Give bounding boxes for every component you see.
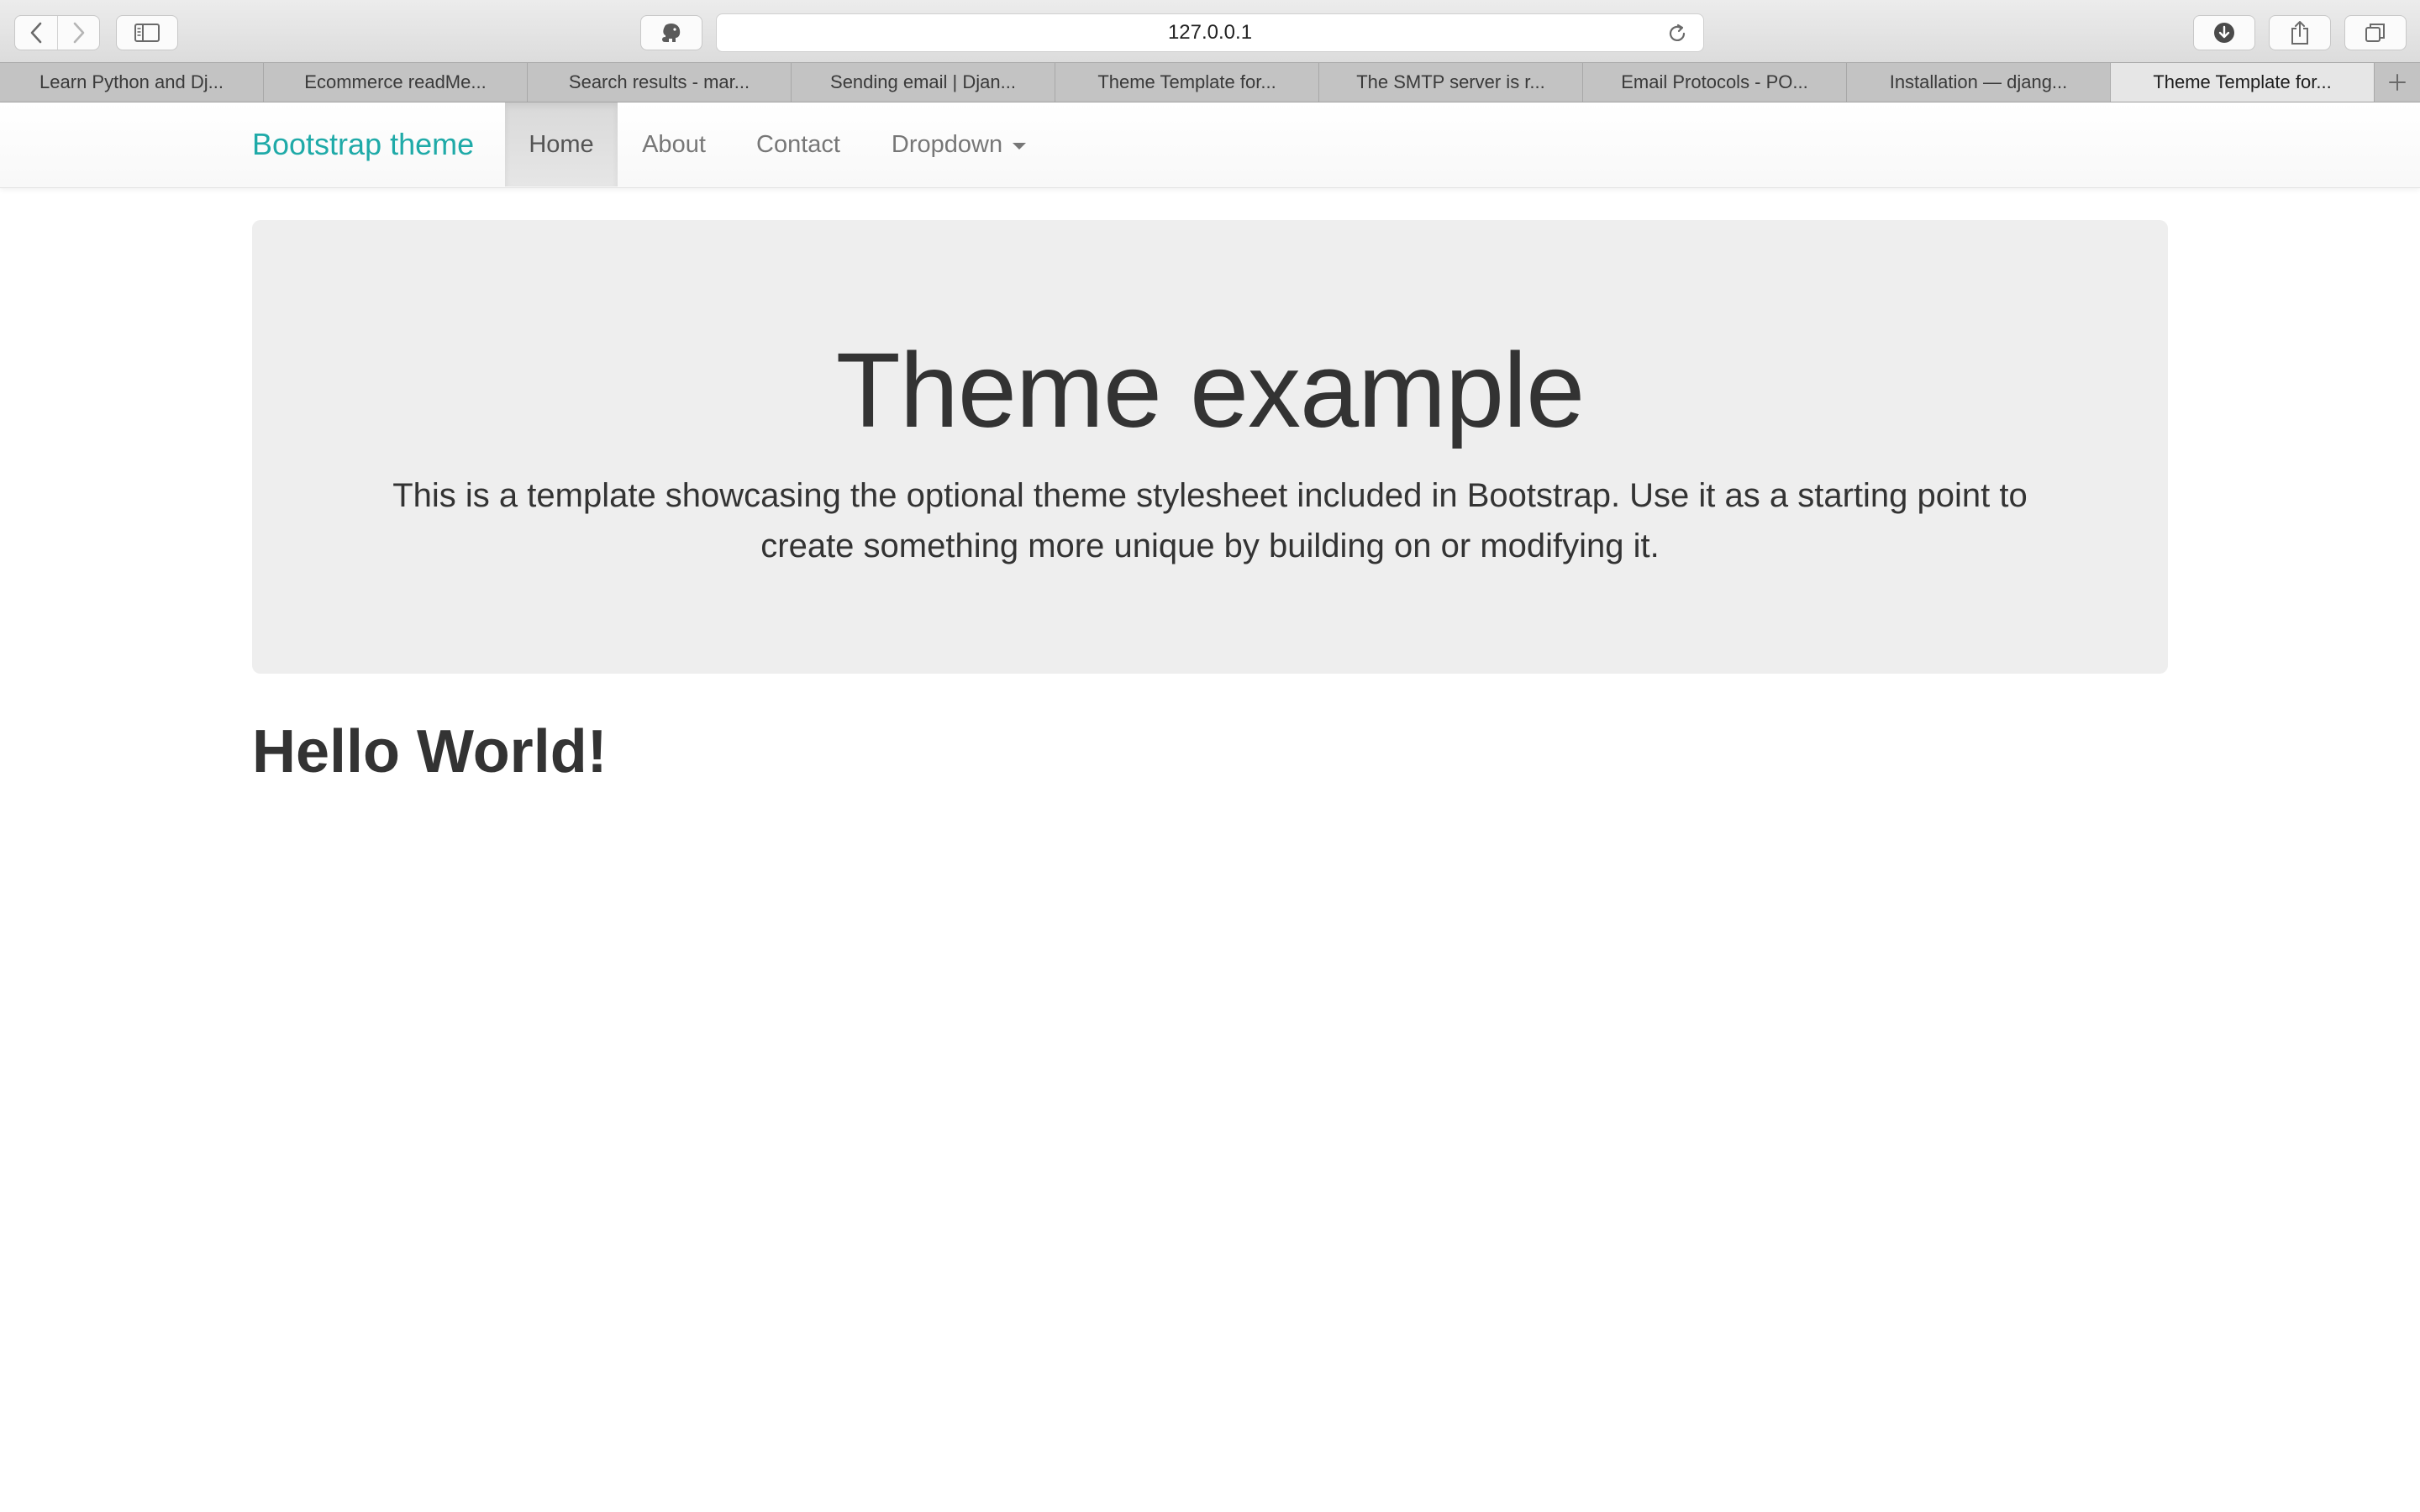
address-bar[interactable]: 127.0.0.1 xyxy=(716,13,1704,52)
back-button[interactable] xyxy=(15,16,57,50)
new-tab-button[interactable] xyxy=(2375,63,2420,102)
jumbotron-title: Theme example xyxy=(835,331,1585,449)
downloads-button[interactable] xyxy=(2193,15,2255,50)
browser-tab[interactable]: The SMTP server is r... xyxy=(1319,63,1583,102)
browser-tab-active[interactable]: Theme Template for... xyxy=(2111,63,2375,102)
dropdown-label: Dropdown xyxy=(891,130,1003,158)
tab-title: Sending email | Djan... xyxy=(830,71,1016,92)
navbar-brand[interactable]: Bootstrap theme xyxy=(252,102,474,186)
sidebar-icon xyxy=(134,24,160,42)
chevron-right-icon xyxy=(73,22,84,44)
browser-tab[interactable]: Sending email | Djan... xyxy=(792,63,1055,102)
tab-title: Email Protocols - PO... xyxy=(1621,71,1808,92)
browser-tab[interactable]: Search results - mar... xyxy=(528,63,792,102)
browser-toolbar: 127.0.0.1 xyxy=(0,0,2420,62)
tab-title: Theme Template for... xyxy=(2153,71,2332,92)
tab-title: Learn Python and Dj... xyxy=(39,71,224,92)
browser-tab[interactable]: Ecommerce readMe... xyxy=(264,63,528,102)
browser-tab[interactable]: Email Protocols - PO... xyxy=(1583,63,1847,102)
share-button[interactable] xyxy=(2269,15,2331,50)
tab-title: Ecommerce readMe... xyxy=(304,71,487,92)
browser-tab[interactable]: Theme Template for... xyxy=(1055,63,1319,102)
address-text: 127.0.0.1 xyxy=(1167,21,1253,44)
reload-icon[interactable] xyxy=(1666,23,1688,45)
forward-button[interactable] xyxy=(57,16,99,50)
elephant-icon xyxy=(662,24,681,42)
jumbotron-lead: This is a template showcasing the option… xyxy=(392,477,2028,564)
site-navbar: Bootstrap theme Home About Contact Dropd… xyxy=(0,102,2420,188)
browser-tab[interactable]: Installation — djang... xyxy=(1847,63,2111,102)
nav-item-dropdown[interactable]: Dropdown xyxy=(866,102,1051,186)
tab-strip: Learn Python and Dj... Ecommerce readMe.… xyxy=(0,62,2420,102)
tab-title: Search results - mar... xyxy=(568,71,750,92)
jumbotron: Theme example This is a template showcas… xyxy=(252,220,2168,674)
tab-title: Theme Template for... xyxy=(1097,71,1276,92)
browser-tab[interactable]: Learn Python and Dj... xyxy=(0,63,264,102)
show-tabs-button[interactable] xyxy=(2344,15,2407,50)
chevron-left-icon xyxy=(30,22,42,44)
download-icon xyxy=(2214,23,2234,43)
history-nav-group xyxy=(14,15,100,50)
caret-down-icon xyxy=(1013,143,1027,150)
tabs-icon xyxy=(2365,24,2385,42)
sidebar-button[interactable] xyxy=(116,15,178,50)
plus-icon xyxy=(2389,74,2406,91)
tab-title: The SMTP server is r... xyxy=(1356,71,1545,92)
main-heading: Hello World! xyxy=(252,718,608,785)
extension-button[interactable] xyxy=(640,15,702,50)
nav-item-about[interactable]: About xyxy=(618,102,730,186)
nav-item-contact[interactable]: Contact xyxy=(730,102,866,186)
share-icon xyxy=(2291,21,2308,45)
nav-item-home[interactable]: Home xyxy=(505,102,618,186)
tab-title: Installation — djang... xyxy=(1889,71,2068,92)
